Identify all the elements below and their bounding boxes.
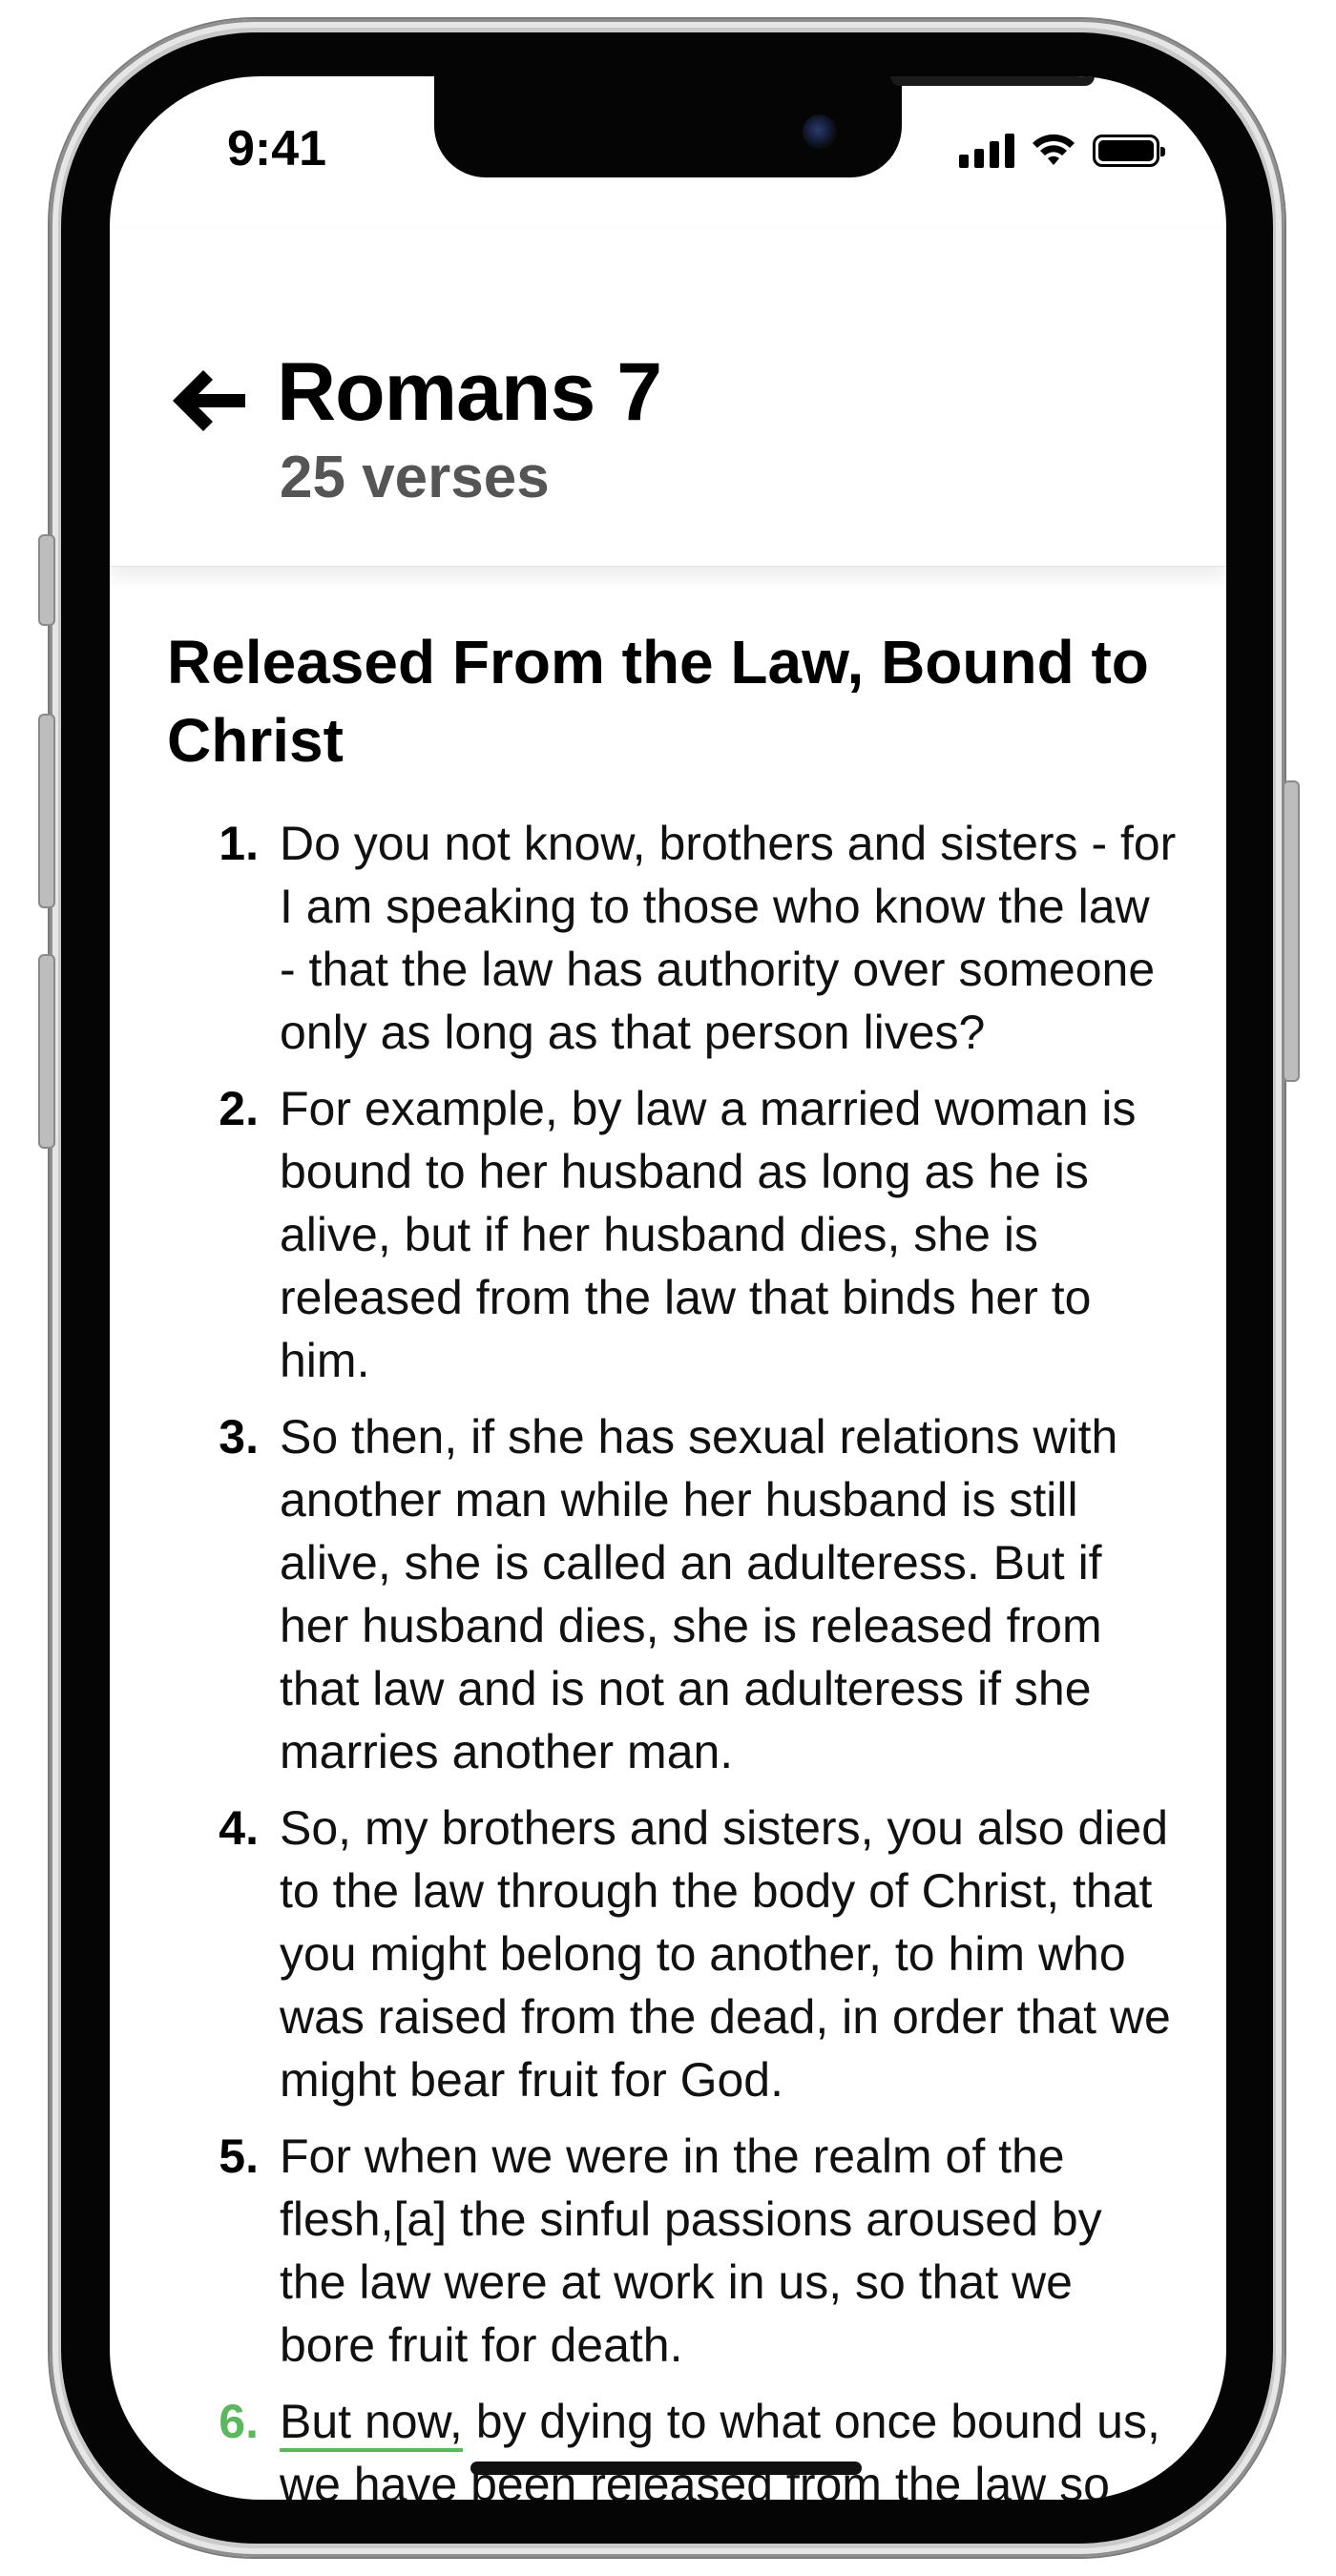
verse-number: 6. bbox=[219, 2395, 259, 2448]
battery-icon bbox=[1093, 135, 1165, 167]
verse-count: 25 verses bbox=[280, 445, 550, 510]
arrow-left-icon bbox=[173, 370, 245, 431]
power-button bbox=[1283, 780, 1300, 1082]
front-camera bbox=[803, 114, 837, 149]
verse-item[interactable]: 3. So then, if she has sexual relations … bbox=[167, 1405, 1188, 1783]
verse-number: 5. bbox=[219, 2129, 259, 2183]
verse-list: 1. Do you not know, brothers and sisters… bbox=[167, 812, 1188, 2500]
verse-number: 1. bbox=[219, 817, 259, 870]
verse-item[interactable]: 1. Do you not know, brothers and sisters… bbox=[167, 812, 1188, 1064]
notch bbox=[434, 76, 1095, 177]
verse-item[interactable]: 4. So, my brothers and sisters, you also… bbox=[167, 1797, 1188, 2111]
verse-highlight: But now, bbox=[280, 2395, 463, 2452]
verse-number: 4. bbox=[219, 1801, 259, 1855]
verse-item[interactable]: 2. For example, by law a married woman i… bbox=[167, 1077, 1188, 1392]
verse-text: So then, if she has sexual relations wit… bbox=[280, 1410, 1118, 1778]
speaker bbox=[890, 76, 1095, 86]
back-button[interactable] bbox=[165, 363, 251, 439]
chapter-title: Romans 7 bbox=[277, 346, 662, 438]
verse-item-selected[interactable]: 6. But now, by dying to what once bound … bbox=[167, 2390, 1188, 2500]
section-heading: Released From the Law, Bound to Christ bbox=[167, 628, 1149, 775]
volume-down-button bbox=[38, 954, 55, 1149]
app-header: Romans 7 25 verses bbox=[110, 229, 1226, 567]
home-indicator[interactable] bbox=[470, 2462, 862, 2475]
verse-text: For when we were in the realm of the fle… bbox=[280, 2129, 1102, 2372]
verse-text: For example, by law a married woman is b… bbox=[280, 1082, 1137, 1387]
verse-text: Do you not know, brothers and sisters - … bbox=[280, 817, 1177, 1059]
verse-text: So, my brothers and sisters, you also di… bbox=[280, 1801, 1171, 2107]
wifi-icon bbox=[1033, 134, 1075, 165]
verse-number: 2. bbox=[219, 1082, 259, 1135]
silent-switch bbox=[38, 534, 55, 626]
chapter-content[interactable]: Released From the Law, Bound to Christ 1… bbox=[110, 566, 1226, 2500]
cellular-signal-icon bbox=[959, 134, 1014, 168]
screen: 9:41 Romans 7 25 verses Released From th… bbox=[110, 76, 1226, 2500]
verse-item[interactable]: 5. For when we were in the realm of the … bbox=[167, 2125, 1188, 2377]
status-icons bbox=[959, 132, 1165, 170]
verse-text: But now, by dying to what once bound us,… bbox=[280, 2390, 1177, 2500]
verse-number: 3. bbox=[219, 1410, 259, 1464]
volume-up-button bbox=[38, 714, 55, 908]
status-time: 9:41 bbox=[226, 121, 327, 177]
